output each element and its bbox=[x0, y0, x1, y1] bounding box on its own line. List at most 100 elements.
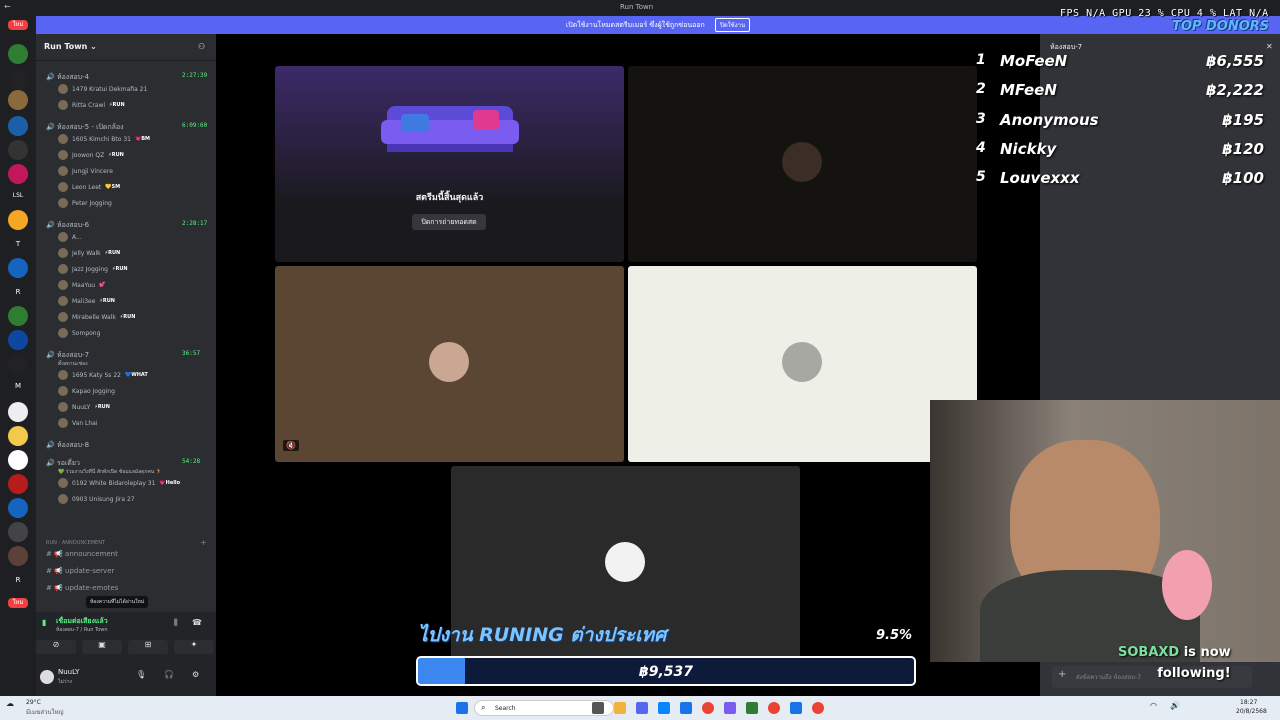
server-icon[interactable] bbox=[8, 546, 28, 566]
discord-icon[interactable] bbox=[636, 702, 648, 714]
server-icon[interactable] bbox=[8, 450, 28, 470]
voice-member[interactable]: Ritta Crawl ⚡RUN bbox=[58, 100, 125, 110]
voice-member[interactable]: 1479 Kratui Dekmafia 21 bbox=[58, 84, 151, 94]
chrome-icon[interactable] bbox=[812, 702, 824, 714]
back-arrow-icon[interactable]: ← bbox=[4, 2, 11, 11]
server-icon[interactable] bbox=[8, 44, 28, 64]
voice-member[interactable]: Mirabelle Walk ⚡RUN bbox=[58, 312, 135, 322]
text-channel[interactable]: # 📢 update-emotes bbox=[46, 584, 118, 592]
add-user-icon[interactable]: ⚇ bbox=[198, 42, 205, 51]
participant-tile[interactable] bbox=[628, 66, 977, 262]
server-icon[interactable] bbox=[8, 522, 28, 542]
server-icon[interactable] bbox=[8, 140, 28, 160]
app-icon[interactable] bbox=[746, 702, 758, 714]
headphones-icon[interactable]: 🎧 bbox=[164, 670, 174, 679]
voice-member[interactable]: Mali3ee ⚡RUN bbox=[58, 296, 115, 306]
server-icon[interactable] bbox=[8, 210, 28, 230]
avatar bbox=[58, 370, 68, 380]
add-attachment-icon[interactable]: + bbox=[1058, 669, 1066, 680]
participant-tile[interactable]: 🔇 bbox=[275, 266, 624, 462]
donor-row: 3 Anonymous ฿195 bbox=[972, 107, 1272, 133]
settings-gear-icon[interactable]: ⚙ bbox=[192, 670, 199, 679]
server-icon[interactable] bbox=[8, 426, 28, 446]
voice-member[interactable]: Sompong bbox=[58, 328, 104, 338]
voice-member[interactable]: Peter Jogging bbox=[58, 198, 116, 208]
voice-member[interactable]: Jungji Vincere bbox=[58, 166, 117, 176]
clock-date[interactable]: 20/8/2568 bbox=[1236, 708, 1267, 715]
voice-member[interactable]: A... bbox=[58, 232, 86, 242]
disconnect-icon[interactable]: ☎ bbox=[192, 618, 202, 627]
edge-icon[interactable] bbox=[658, 702, 670, 714]
voice-member[interactable]: Leon Leet 💛SM bbox=[58, 182, 120, 192]
voice-location[interactable]: ห้องสอบ-7 / Run Town bbox=[56, 626, 108, 634]
voice-member[interactable]: 1605 Kimchi Bto 31 💗BM bbox=[58, 134, 150, 144]
member-tag: ⚡RUN bbox=[119, 314, 136, 320]
server-icon[interactable] bbox=[8, 402, 28, 422]
voice-member[interactable]: Jazz Jogging ⚡RUN bbox=[58, 264, 128, 274]
server-rail: ใหม่ LSL T R M R ใหม่ bbox=[0, 16, 36, 696]
soundboard-button[interactable]: ✦ bbox=[174, 640, 214, 654]
server-icon[interactable] bbox=[8, 90, 28, 110]
server-m[interactable]: M bbox=[8, 376, 28, 396]
text-channel[interactable]: # 📢 announcement bbox=[46, 550, 118, 558]
volume-icon[interactable]: 🔊 bbox=[1170, 701, 1180, 710]
store-icon[interactable] bbox=[680, 702, 692, 714]
server-icon[interactable] bbox=[8, 330, 28, 350]
wifi-icon[interactable]: ◠ bbox=[1150, 701, 1157, 710]
voice-member[interactable]: 0903 Unisung Jira 27 bbox=[58, 494, 139, 504]
category-header[interactable]: RUN - ANNOUNCEMENT bbox=[46, 540, 105, 546]
avatar bbox=[58, 248, 68, 258]
voice-member[interactable]: Kapao Jogging bbox=[58, 386, 119, 396]
server-icon[interactable] bbox=[8, 474, 28, 494]
voice-channel[interactable]: 🔊 ห้องสอบ-4 2:27:39 bbox=[46, 72, 207, 83]
voice-member[interactable]: NuuLY ⚡RUN bbox=[58, 402, 110, 412]
voice-channel[interactable]: 🔊 ห้องสอบ-5 - เปิดกล้อง 6:09:60 bbox=[46, 122, 207, 133]
server-name[interactable]: Run Town ⌄ bbox=[44, 42, 97, 51]
task-view-icon[interactable] bbox=[592, 702, 604, 714]
voice-member[interactable]: MaaYuu 💕 bbox=[58, 280, 105, 290]
server-icon[interactable] bbox=[8, 164, 28, 184]
sofa-illustration bbox=[381, 100, 519, 162]
app-icon[interactable] bbox=[724, 702, 736, 714]
server-r[interactable]: R bbox=[8, 282, 28, 302]
avatar bbox=[58, 150, 68, 160]
search-label: Search bbox=[495, 705, 516, 712]
server-icon[interactable] bbox=[8, 258, 28, 278]
screen-share-button[interactable]: ▣ bbox=[82, 640, 122, 654]
ended-stream-tile[interactable]: สตรีมนี้สิ้นสุดแล้ว ปิดการถ่ายทอดสด bbox=[275, 66, 624, 262]
app-icon[interactable] bbox=[790, 702, 802, 714]
server-icon[interactable] bbox=[8, 116, 28, 136]
server-icon[interactable] bbox=[8, 306, 28, 326]
add-channel-icon[interactable]: + bbox=[200, 538, 207, 547]
camera-off-button[interactable]: ⊘ bbox=[36, 640, 76, 654]
server-r2[interactable]: R bbox=[8, 570, 28, 590]
voice-channel[interactable]: 🔊 ห้องสอบ-6 2:28:17 bbox=[46, 220, 207, 231]
chrome-icon[interactable] bbox=[768, 702, 780, 714]
activities-button[interactable]: ⊞ bbox=[128, 640, 168, 654]
user-status: ไม่ว่าง bbox=[58, 679, 72, 685]
server-t[interactable]: T bbox=[8, 234, 28, 254]
server-icon[interactable] bbox=[8, 70, 28, 90]
server-lsl[interactable]: LSL bbox=[8, 186, 28, 206]
close-stream-button[interactable]: ปิดการถ่ายทอดสด bbox=[412, 214, 486, 230]
channel-label: update-server bbox=[65, 567, 115, 575]
text-channel[interactable]: # 📢 update-server bbox=[46, 567, 114, 575]
file-explorer-icon[interactable] bbox=[614, 702, 626, 714]
chrome-icon[interactable] bbox=[702, 702, 714, 714]
avatar[interactable] bbox=[40, 670, 54, 684]
voice-member[interactable]: Joowon QZ ⚡RUN bbox=[58, 150, 124, 160]
weather-icon[interactable]: ☁ bbox=[6, 699, 14, 708]
voice-member[interactable]: 0192 White Bidaroleplay 31 💗Hello bbox=[58, 478, 180, 488]
voice-member[interactable]: Jelly Walk ⚡RUN bbox=[58, 248, 120, 258]
start-button-icon[interactable] bbox=[456, 702, 468, 714]
disable-streamer-mode-button[interactable]: ปิดใช้งาน bbox=[715, 18, 751, 32]
voice-channel[interactable]: 🔊 ห้องสอบ-8 bbox=[46, 440, 89, 451]
participant-tile[interactable] bbox=[628, 266, 977, 462]
server-icon[interactable] bbox=[8, 498, 28, 518]
noise-suppression-icon[interactable]: ⫼ bbox=[174, 618, 178, 628]
server-icon[interactable] bbox=[8, 354, 28, 374]
clock-time[interactable]: 18:27 bbox=[1240, 699, 1257, 706]
voice-member[interactable]: 1695 Katy Ss 22 💙WHAT bbox=[58, 370, 148, 380]
microphone-icon[interactable]: 🎙 bbox=[136, 670, 146, 679]
voice-member[interactable]: Van Lhai bbox=[58, 418, 102, 428]
